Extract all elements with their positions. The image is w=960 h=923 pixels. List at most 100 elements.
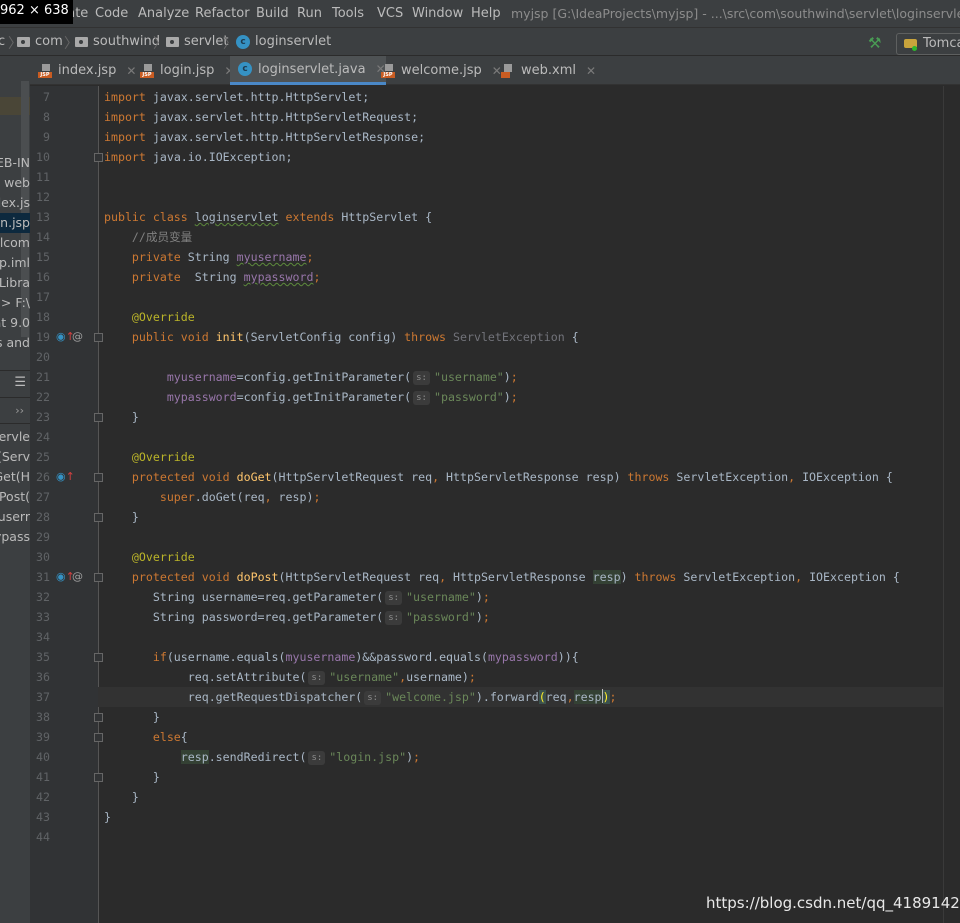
structure-item[interactable]: Get(H — [0, 467, 30, 487]
fold-marker-icon[interactable] — [94, 413, 103, 422]
code-token: "username" — [329, 670, 400, 684]
collapse-all-icon[interactable]: ☰ — [0, 370, 30, 398]
code-line: public class loginservlet extends HttpSe… — [104, 207, 432, 227]
code-token: //成员变量 — [104, 230, 193, 244]
code-token: public class — [104, 210, 195, 224]
menu-analyze[interactable]: Analyze — [138, 6, 189, 21]
code-line: } — [104, 707, 160, 727]
tab-welcome-jsp[interactable]: welcome.jsp✕ — [373, 56, 502, 85]
project-tree-item[interactable]: at 9.0 — [0, 313, 30, 333]
line-number: 35 — [36, 650, 50, 664]
structure-item-label: Post( — [0, 489, 30, 504]
code-token: { — [564, 330, 579, 344]
project-tree-item[interactable]: dex.js — [0, 193, 30, 213]
code-token: javax.servlet.http.HttpServlet; — [152, 90, 370, 104]
code-token: , — [264, 490, 279, 504]
line-number: 17 — [36, 290, 50, 304]
code-token: =config.getInitParameter( — [236, 390, 412, 404]
project-tree-item[interactable]: > F:\ — [0, 293, 30, 313]
window-title: myjsp [G:\IdeaProjects\myjsp] - ...\src\… — [511, 6, 960, 21]
breadcrumb-com[interactable]: com — [17, 34, 63, 49]
parameter-hint: s: — [413, 371, 430, 385]
code-line: mypassword=config.getInitParameter(s: "pa… — [104, 387, 518, 407]
code-line: myusername=config.getInitParameter(s: "us… — [104, 367, 518, 387]
fold-marker-icon[interactable] — [94, 513, 103, 522]
right-margin-guide — [943, 86, 944, 923]
code-token: ServletException — [676, 470, 789, 484]
run-configuration-select[interactable]: Tomcat — [896, 33, 960, 55]
line-number: 25 — [36, 450, 50, 464]
code-line: super.doGet(req, resp); — [104, 487, 321, 507]
code-line: public void init(ServletConfig config) t… — [104, 327, 579, 347]
project-tree-item[interactable]: EB-IN — [0, 153, 30, 173]
code-line: protected void doPost(HttpServletRequest… — [104, 567, 900, 587]
fold-marker-icon[interactable] — [94, 713, 103, 722]
menu-help[interactable]: Help — [471, 6, 501, 21]
menu-refactor[interactable]: Refactor — [195, 6, 250, 21]
menu-tools[interactable]: Tools — [332, 6, 364, 21]
fold-marker-icon[interactable] — [94, 733, 103, 742]
project-tree-item[interactable]: web — [0, 173, 30, 193]
menu-code[interactable]: Code — [95, 6, 128, 21]
project-tree-item[interactable]: elcom — [0, 233, 30, 253]
structure-item-label: Get(H — [0, 469, 30, 484]
code-token: "username" — [406, 590, 476, 604]
menu-build[interactable]: Build — [256, 6, 289, 21]
structure-item[interactable]: ypass — [0, 527, 30, 547]
tab-login-jsp[interactable]: login.jsp✕ — [132, 56, 235, 85]
tab-label: index.jsp — [58, 63, 117, 78]
parameter-hint: s: — [385, 611, 403, 625]
fold-marker-icon[interactable] — [94, 333, 103, 342]
project-tree-item[interactable]: s and — [0, 333, 30, 353]
tree-item-label: p.iml — [0, 255, 30, 270]
code-line: if(username.equals(myusername)&&password… — [104, 647, 579, 667]
breadcrumb-servlet[interactable]: servlet — [166, 34, 229, 49]
line-number: 9 — [43, 130, 50, 144]
tab-web-xml[interactable]: web.xml ✕ — [493, 56, 596, 85]
tab-loginservlet-java[interactable]: c loginservlet.java ✕ — [230, 56, 386, 85]
breadcrumb-loginservlet[interactable]: c loginservlet — [236, 34, 331, 49]
code-token: , — [788, 470, 803, 484]
line-number: 26 — [36, 470, 50, 484]
structure-item[interactable]: yuserr — [0, 507, 30, 527]
tab-label: loginservlet.java — [258, 61, 366, 77]
code-token: (HttpServletRequest req — [278, 570, 440, 584]
java-class-icon: c — [238, 62, 252, 76]
breadcrumb-src[interactable]: c — [0, 34, 5, 49]
line-number: 29 — [36, 530, 50, 544]
breadcrumb-southwind[interactable]: southwind — [75, 34, 160, 49]
project-tree-item[interactable]: gin.jsp — [0, 213, 30, 233]
fold-marker-icon[interactable] — [94, 773, 103, 782]
fold-marker-icon[interactable] — [94, 473, 103, 482]
code-token: private — [104, 270, 195, 284]
code-token: super — [104, 490, 195, 504]
overrides-icon[interactable]: ◉↑ — [56, 467, 75, 487]
code-token: resp — [180, 750, 209, 764]
fold-marker-icon[interactable] — [94, 653, 103, 662]
code-token: , — [439, 570, 454, 584]
project-tree-item[interactable]: Libra — [0, 273, 30, 293]
menu-run[interactable]: Run — [297, 6, 322, 21]
fold-marker-icon[interactable] — [94, 153, 103, 162]
line-number: 34 — [36, 630, 50, 644]
menu-vcs[interactable]: VCS — [377, 6, 403, 21]
build-hammer-icon[interactable]: ⚒ — [868, 34, 881, 52]
tab-index-jsp[interactable]: index.jsp✕ — [30, 56, 136, 85]
line-number: 13 — [36, 210, 50, 224]
structure-more-button[interactable]: ›› — [0, 400, 30, 424]
tree-item-label: EB-IN — [0, 155, 30, 170]
code-token: init — [215, 330, 244, 344]
structure-item[interactable]: Post( — [0, 487, 30, 507]
fold-marker-icon[interactable] — [94, 573, 103, 582]
fold-guide — [98, 86, 99, 923]
code-token: , — [399, 670, 407, 684]
line-number: 11 — [36, 170, 50, 184]
project-tree-item[interactable]: p.iml — [0, 253, 30, 273]
code-token: String username=req.getParameter( — [104, 590, 384, 604]
close-icon[interactable]: ✕ — [586, 64, 596, 78]
menu-window[interactable]: Window — [412, 6, 463, 21]
line-number: 32 — [36, 590, 50, 604]
line-number: 41 — [36, 770, 50, 784]
structure-item[interactable]: t(Serv — [0, 447, 30, 467]
structure-item[interactable]: servle — [0, 427, 30, 447]
